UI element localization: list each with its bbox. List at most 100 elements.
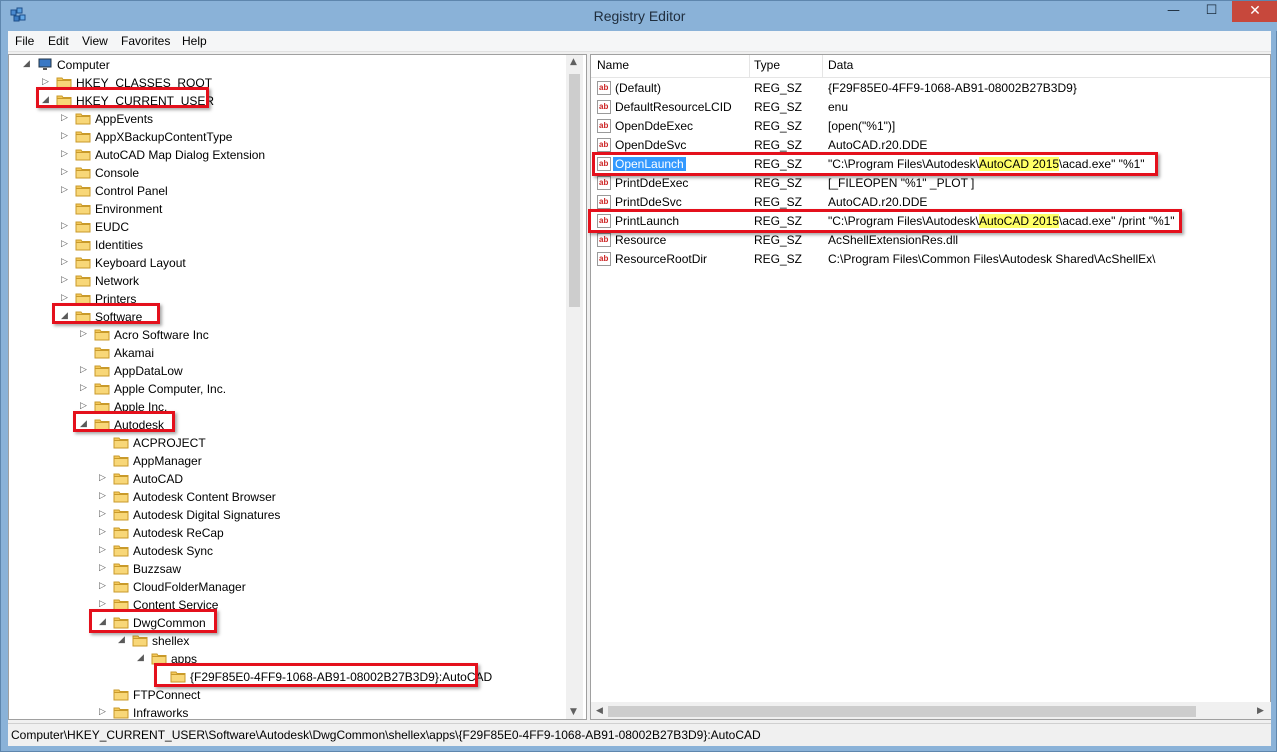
expand-arrow-icon[interactable]: ▷: [61, 274, 71, 285]
tree-node-label[interactable]: Autodesk: [114, 418, 164, 432]
tree-node-label[interactable]: AutoCAD: [133, 472, 183, 486]
tree-node-label[interactable]: Console: [95, 166, 139, 180]
tree-node-label[interactable]: Autodesk ReCap: [133, 526, 224, 540]
scroll-down-arrow[interactable]: ▼: [570, 707, 577, 717]
registry-value-row[interactable]: ab OpenDdeSvc REG_SZ AutoCAD.r20.DDE: [591, 136, 1251, 155]
expand-arrow-icon[interactable]: ▷: [99, 472, 109, 483]
tree-node-label[interactable]: CloudFolderManager: [133, 580, 246, 594]
expand-arrow-icon[interactable]: ▷: [99, 490, 109, 501]
value-name[interactable]: OpenLaunch: [613, 157, 686, 171]
value-name[interactable]: OpenDdeSvc: [613, 138, 688, 152]
scroll-up-arrow[interactable]: ▲: [570, 57, 577, 67]
tree-node-label[interactable]: AppXBackupContentType: [95, 130, 232, 144]
expand-arrow-icon[interactable]: ▷: [99, 544, 109, 555]
tree-node-label[interactable]: Infraworks: [133, 706, 188, 719]
tree-node-label[interactable]: Autodesk Sync: [133, 544, 213, 558]
expand-arrow-icon[interactable]: ▷: [99, 526, 109, 537]
tree-node-label[interactable]: AutoCAD Map Dialog Extension: [95, 148, 265, 162]
registry-tree[interactable]: ◢ Computer ▷ HKEY_CLASSES_ROOT ◢ HKEY_CURRENT…: [8, 54, 587, 720]
registry-value-row[interactable]: ab OpenLaunch REG_SZ "C:\Program Files\Auto…: [591, 155, 1251, 174]
tree-node-label[interactable]: Software: [95, 310, 142, 324]
expand-arrow-icon[interactable]: ▷: [80, 328, 90, 339]
menu-file[interactable]: File: [15, 34, 34, 48]
tree-node-label[interactable]: EUDC: [95, 220, 129, 234]
tree-node-label[interactable]: Apple Inc.: [114, 400, 167, 414]
tree-node-label[interactable]: HKEY_CLASSES_ROOT: [76, 76, 212, 90]
expand-arrow-icon[interactable]: ▷: [80, 364, 90, 375]
tree-node-label[interactable]: {F29F85E0-4FF9-1068-AB91-08002B27B3D9}:A…: [190, 670, 492, 684]
expand-arrow-icon[interactable]: ▷: [61, 220, 71, 231]
scroll-left-arrow[interactable]: ◀: [596, 706, 603, 716]
tree-node-label[interactable]: Autodesk Content Browser: [133, 490, 276, 504]
list-scroll-thumb[interactable]: [608, 706, 1196, 717]
tree-node-label[interactable]: Control Panel: [95, 184, 168, 198]
registry-value-row[interactable]: ab (Default) REG_SZ {F29F85E0-4FF9-1068-AB9…: [591, 79, 1251, 98]
registry-value-row[interactable]: ab Resource REG_SZ AcShellExtensionRes.dll: [591, 231, 1251, 250]
expand-arrow-icon[interactable]: ▷: [61, 184, 71, 195]
value-name[interactable]: (Default): [613, 81, 663, 95]
registry-value-row[interactable]: ab PrintLaunch REG_SZ "C:\Program Files\Aut…: [591, 212, 1251, 231]
tree-node-label[interactable]: Environment: [95, 202, 162, 216]
menu-edit[interactable]: Edit: [48, 34, 69, 48]
collapse-arrow-icon[interactable]: ◢: [80, 418, 90, 429]
title-bar[interactable]: Registry Editor — ☐ ✕: [1, 1, 1277, 31]
expand-arrow-icon[interactable]: ▷: [61, 166, 71, 177]
tree-scroll-thumb[interactable]: [569, 74, 580, 307]
minimize-button[interactable]: —: [1159, 1, 1188, 22]
tree-node-label[interactable]: Autodesk Digital Signatures: [133, 508, 280, 522]
collapse-arrow-icon[interactable]: ◢: [137, 652, 147, 663]
registry-value-row[interactable]: ab PrintDdeSvc REG_SZ AutoCAD.r20.DDE: [591, 193, 1251, 212]
expand-arrow-icon[interactable]: ▷: [61, 238, 71, 249]
registry-value-row[interactable]: ab PrintDdeExec REG_SZ [_FILEOPEN "%1" _PLO…: [591, 174, 1251, 193]
expand-arrow-icon[interactable]: ▷: [61, 292, 71, 303]
expand-arrow-icon[interactable]: ▷: [61, 130, 71, 141]
tree-node-label[interactable]: shellex: [152, 634, 189, 648]
menu-favorites[interactable]: Favorites: [121, 34, 170, 48]
menu-help[interactable]: Help: [182, 34, 207, 48]
scroll-right-arrow[interactable]: ▶: [1257, 706, 1264, 716]
collapse-arrow-icon[interactable]: ◢: [61, 310, 71, 321]
tree-node-label[interactable]: Network: [95, 274, 139, 288]
tree-node-label[interactable]: Buzzsaw: [133, 562, 181, 576]
column-data-header[interactable]: Data: [828, 58, 853, 72]
expand-arrow-icon[interactable]: ▷: [99, 706, 109, 717]
tree-node-label[interactable]: Content Service: [133, 598, 218, 612]
collapse-arrow-icon[interactable]: ◢: [42, 94, 52, 105]
collapse-arrow-icon[interactable]: ◢: [23, 58, 33, 69]
collapse-arrow-icon[interactable]: ◢: [118, 634, 128, 645]
tree-node-label[interactable]: Akamai: [114, 346, 154, 360]
expand-arrow-icon[interactable]: ▷: [61, 256, 71, 267]
menu-view[interactable]: View: [82, 34, 108, 48]
value-name[interactable]: ResourceRootDir: [613, 252, 709, 266]
expand-arrow-icon[interactable]: ▷: [42, 76, 52, 87]
tree-node-label[interactable]: Printers: [95, 292, 136, 306]
expand-arrow-icon[interactable]: ▷: [99, 598, 109, 609]
tree-node-label[interactable]: apps: [171, 652, 197, 666]
registry-value-row[interactable]: ab ResourceRootDir REG_SZ C:\Program Files\…: [591, 250, 1251, 269]
value-name[interactable]: PrintDdeExec: [613, 176, 690, 190]
expand-arrow-icon[interactable]: ▷: [99, 508, 109, 519]
tree-node-label[interactable]: Acro Software Inc: [114, 328, 209, 342]
value-name[interactable]: OpenDdeExec: [613, 119, 695, 133]
expand-arrow-icon[interactable]: ▷: [61, 148, 71, 159]
tree-node-label[interactable]: Apple Computer, Inc.: [114, 382, 226, 396]
column-divider[interactable]: [749, 55, 750, 77]
tree-node-label[interactable]: FTPConnect: [133, 688, 200, 702]
registry-value-row[interactable]: ab OpenDdeExec REG_SZ [open("%1")]: [591, 117, 1251, 136]
tree-node-label[interactable]: Keyboard Layout: [95, 256, 186, 270]
tree-node-label[interactable]: HKEY_CURRENT_USER: [76, 94, 214, 108]
tree-node-label[interactable]: Computer: [57, 58, 110, 72]
value-name[interactable]: Resource: [613, 233, 668, 247]
close-button[interactable]: ✕: [1232, 1, 1277, 22]
maximize-button[interactable]: ☐: [1197, 1, 1226, 22]
value-name[interactable]: DefaultResourceLCID: [613, 100, 734, 114]
column-name-header[interactable]: Name: [597, 58, 629, 72]
expand-arrow-icon[interactable]: ▷: [80, 382, 90, 393]
expand-arrow-icon[interactable]: ▷: [99, 580, 109, 591]
value-name[interactable]: PrintLaunch: [613, 214, 681, 228]
values-list[interactable]: Name Type Data ab (Default) REG_SZ {F29F85E…: [590, 54, 1271, 720]
registry-value-row[interactable]: ab DefaultResourceLCID REG_SZ enu: [591, 98, 1251, 117]
tree-node-label[interactable]: AppDataLow: [114, 364, 183, 378]
column-type-header[interactable]: Type: [754, 58, 780, 72]
tree-node-label[interactable]: DwgCommon: [133, 616, 206, 630]
